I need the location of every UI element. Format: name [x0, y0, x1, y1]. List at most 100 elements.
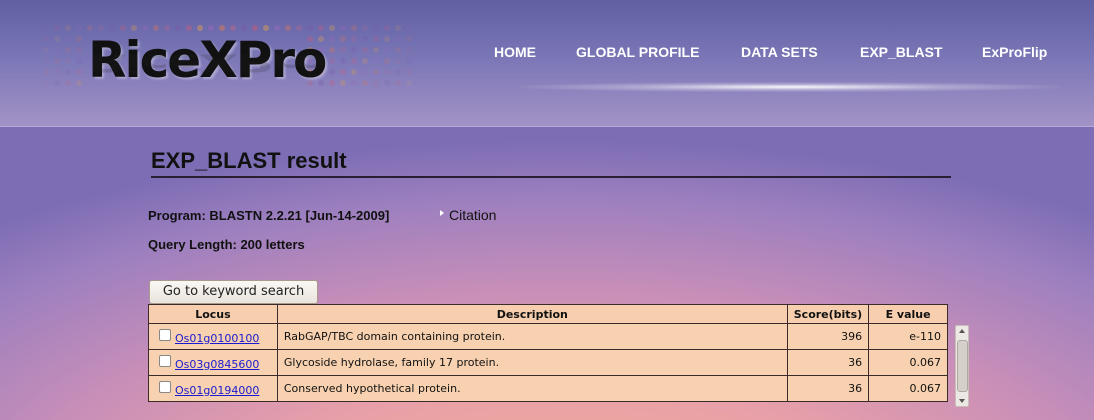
logo-dot — [43, 36, 49, 42]
logo-dot — [395, 58, 401, 64]
logo-dot — [384, 47, 390, 53]
logo-dot — [362, 36, 368, 42]
logo-dot — [362, 58, 368, 64]
logo-dot — [395, 69, 401, 75]
nav-data-sets[interactable]: DATA SETS — [741, 44, 818, 60]
logo-dot — [76, 80, 82, 86]
logo-dot — [76, 25, 82, 31]
locus-cell: Os03g0845600 — [148, 349, 278, 376]
logo-dot — [384, 36, 390, 42]
logo-dot — [384, 69, 390, 75]
triangle-right-icon — [440, 210, 444, 216]
logo-dot — [329, 25, 335, 31]
locus-link[interactable]: Os01g0194000 — [175, 384, 259, 397]
logo-dot — [395, 47, 401, 53]
row-checkbox[interactable] — [159, 354, 171, 367]
logo-dot — [373, 47, 379, 53]
logo-dot — [395, 80, 401, 86]
logo-dot — [406, 80, 412, 86]
header-glow — [520, 82, 1060, 92]
query-length-info: Query Length: 200 letters — [148, 237, 305, 252]
score-cell: 396 — [786, 323, 870, 350]
logo-dot — [395, 25, 401, 31]
header-banner: RiceXPro RiceXPro HOME GLOBAL PROFILE DA… — [0, 0, 1094, 127]
logo-dot — [340, 58, 346, 64]
logo-dot — [351, 47, 357, 53]
table-header-row: Locus Description Score(bits) E value — [148, 304, 948, 324]
citation-link[interactable]: Citation — [440, 207, 496, 223]
logo-dot — [43, 80, 49, 86]
evalue-cell: 0.067 — [868, 349, 948, 376]
logo-dot — [406, 25, 412, 31]
logo-dot — [329, 47, 335, 53]
scroll-down-arrow-icon[interactable] — [959, 399, 965, 403]
logo-dot — [65, 69, 71, 75]
logo-dot — [54, 47, 60, 53]
logo-dot — [76, 58, 82, 64]
column-header-description: Description — [276, 304, 788, 324]
logo-dot — [373, 69, 379, 75]
logo-dot — [76, 69, 82, 75]
logo-dot — [351, 58, 357, 64]
logo-dot — [329, 80, 335, 86]
nav-exproflip[interactable]: ExProFlip — [982, 44, 1047, 60]
logo-dot — [43, 69, 49, 75]
keyword-search-button[interactable]: Go to keyword search — [149, 280, 318, 304]
logo-dot — [54, 36, 60, 42]
logo-dot — [373, 25, 379, 31]
nav-exp-blast[interactable]: EXP_BLAST — [860, 44, 942, 60]
logo-dot — [65, 58, 71, 64]
description-cell: Glycoside hydrolase, family 17 protein. — [276, 349, 788, 376]
row-checkbox[interactable] — [159, 328, 171, 341]
table-row: Os01g0100100 RabGAP/TBC domain containin… — [148, 323, 948, 350]
logo-dot — [406, 36, 412, 42]
logo-dot — [65, 80, 71, 86]
logo-dot — [65, 25, 71, 31]
scroll-thumb[interactable] — [957, 340, 968, 392]
logo-dot — [384, 58, 390, 64]
table-row: Os03g0845600 Glycoside hydrolase, family… — [148, 349, 948, 376]
logo-dot — [351, 80, 357, 86]
logo-dot — [340, 69, 346, 75]
locus-link[interactable]: Os03g0845600 — [175, 358, 259, 371]
program-info: Program: BLASTN 2.2.21 [Jun-14-2009] — [148, 208, 389, 223]
logo-dot — [362, 69, 368, 75]
evalue-cell: 0.067 — [868, 375, 948, 402]
logo-dot — [76, 47, 82, 53]
column-header-locus: Locus — [148, 304, 278, 324]
logo-dot — [340, 25, 346, 31]
description-cell: RabGAP/TBC domain containing protein. — [276, 323, 788, 350]
logo-dot — [76, 36, 82, 42]
logo-dot — [43, 47, 49, 53]
nav-home[interactable]: HOME — [494, 44, 536, 60]
row-checkbox[interactable] — [159, 380, 171, 393]
query-length-label: Query Length: 200 letters — [148, 237, 305, 252]
logo-dot — [384, 80, 390, 86]
logo-dot — [406, 47, 412, 53]
logo-dot — [43, 25, 49, 31]
logo-dot — [362, 80, 368, 86]
score-cell: 36 — [786, 349, 870, 376]
logo-dot — [54, 25, 60, 31]
logo-dot — [43, 58, 49, 64]
description-cell: Conserved hypothetical protein. — [276, 375, 788, 402]
logo-dot — [362, 25, 368, 31]
logo-dot — [362, 47, 368, 53]
logo-dot — [373, 80, 379, 86]
logo-dot — [340, 80, 346, 86]
results-scrollbar[interactable] — [955, 325, 969, 407]
program-label: Program: BLASTN 2.2.21 [Jun-14-2009] — [148, 208, 390, 223]
ricexpro-logo[interactable]: RiceXPro RiceXPro — [40, 12, 420, 112]
page-title: EXP_BLAST result — [151, 148, 347, 173]
logo-dot — [329, 69, 335, 75]
locus-link[interactable]: Os01g0100100 — [175, 332, 259, 345]
column-header-evalue: E value — [868, 304, 948, 324]
scroll-up-arrow-icon[interactable] — [959, 329, 965, 333]
score-cell: 36 — [786, 375, 870, 402]
nav-global-profile[interactable]: GLOBAL PROFILE — [576, 44, 699, 60]
table-row: Os01g0194000 Conserved hypothetical prot… — [148, 375, 948, 402]
logo-dot — [351, 36, 357, 42]
logo-dot — [373, 36, 379, 42]
logo-dot — [340, 47, 346, 53]
logo-dot — [340, 36, 346, 42]
